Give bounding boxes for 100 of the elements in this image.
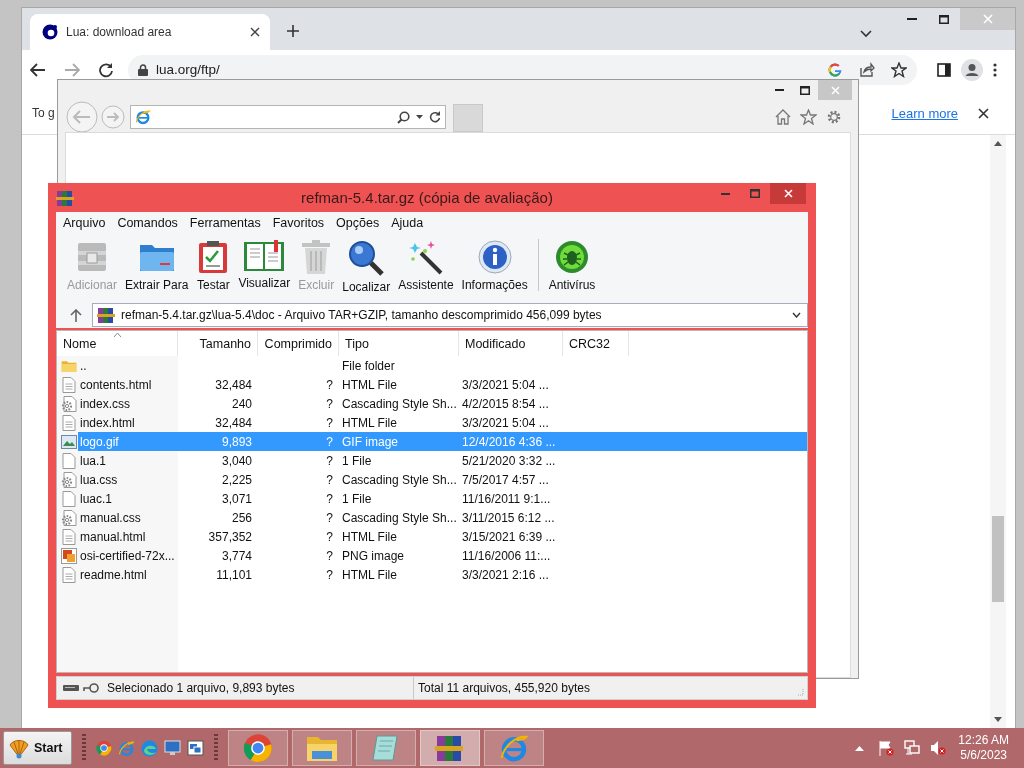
close-icon[interactable] xyxy=(250,27,260,37)
reload-icon[interactable] xyxy=(98,62,114,78)
file-row[interactable]: readme.html 11,101 ? HTML File 3/3/2021 2:16 ... xyxy=(57,565,807,584)
toolbar-button[interactable]: Extrair Para xyxy=(123,239,191,292)
maximize-icon[interactable] xyxy=(800,85,810,95)
scroll-down-icon[interactable] xyxy=(994,717,1002,722)
search-icon[interactable] xyxy=(397,110,410,124)
column-header[interactable]: CRC32 xyxy=(563,331,629,356)
clock[interactable]: 12:26 AM 5/6/2023 xyxy=(958,733,1009,763)
lock-icon xyxy=(138,64,148,76)
modified-date: 11/16/2006 11:... xyxy=(461,547,552,565)
scroll-up-icon[interactable] xyxy=(994,141,1002,146)
modified-date: 12/4/2016 4:36 ... xyxy=(461,433,557,451)
resize-grip-icon[interactable] xyxy=(796,688,804,696)
menu-item[interactable]: Opções xyxy=(330,215,386,230)
status-text: Total 11 arquivos, 455,920 bytes xyxy=(417,681,591,695)
image-file-icon xyxy=(61,547,77,564)
plus-icon[interactable] xyxy=(286,24,300,38)
file-name: luac.1 xyxy=(79,490,114,508)
file-row[interactable]: manual.css 256 ? Cascading Style Sh... 3/11/2015 6:12 ... xyxy=(57,508,807,527)
toolbar-button[interactable]: Testar xyxy=(194,239,233,292)
chevron-down-icon[interactable] xyxy=(860,30,872,38)
column-header[interactable]: Modificado xyxy=(459,331,563,356)
menu-item[interactable]: Favoritos xyxy=(266,215,331,230)
shell-icon xyxy=(8,737,30,759)
column-header[interactable]: Comprimido xyxy=(258,331,339,356)
menu-item[interactable]: Ajuda xyxy=(385,215,430,230)
star-icon[interactable] xyxy=(891,62,907,78)
browser-logo-icon xyxy=(96,740,112,756)
close-button[interactable] xyxy=(770,183,806,204)
menu-item[interactable]: Comandos xyxy=(111,215,184,230)
star-icon[interactable] xyxy=(800,109,817,125)
file-row[interactable]: index.css 240 ? Cascading Style Sh... 4/2/2015 8:54 ... xyxy=(57,394,807,413)
chevron-down-icon[interactable] xyxy=(792,312,801,318)
logo-icon[interactable] xyxy=(827,62,843,78)
back-arrow-icon[interactable] xyxy=(30,63,46,77)
modified-date: 3/3/2021 2:16 ... xyxy=(461,566,550,584)
minimize-icon[interactable] xyxy=(774,89,784,91)
network-icon[interactable] xyxy=(904,740,921,756)
close-icon[interactable] xyxy=(978,107,989,119)
refresh-icon[interactable] xyxy=(429,111,441,123)
file-row[interactable]: manual.html 357,352 ? HTML File 3/15/2021 6:39 ... xyxy=(57,527,807,546)
column-header[interactable]: Tipo xyxy=(339,331,459,356)
file-size: 32,484 xyxy=(214,414,253,432)
e-logo-icon xyxy=(135,109,151,125)
browser-logo-icon xyxy=(243,733,273,763)
muted-speaker-icon[interactable] xyxy=(930,740,947,756)
file-type: HTML File xyxy=(341,414,398,432)
file-name: index.html xyxy=(79,414,136,432)
status-text: Selecionado 1 arquivo, 9,893 bytes xyxy=(107,681,295,695)
share-icon[interactable] xyxy=(859,62,875,78)
start-button[interactable]: Start xyxy=(3,731,72,765)
menu-item[interactable]: Ferramentas xyxy=(183,215,267,230)
settings-icon[interactable] xyxy=(826,109,842,125)
file-row[interactable]: lua.css 2,225 ? Cascading Style Sh... 7/5/2017 4:57 ... xyxy=(57,470,807,489)
home-icon[interactable] xyxy=(775,109,791,125)
address-field[interactable] xyxy=(130,105,446,129)
sidebar-icon[interactable] xyxy=(937,63,951,77)
menu-item[interactable]: Arquivo xyxy=(57,215,112,230)
path-field[interactable]: refman-5.4.tar.gz\lua-5.4\doc - Arquivo TAR+GZIP, tamanho descomprimido 456,099 bytes xyxy=(92,303,808,327)
learn-more-link[interactable]: Learn more xyxy=(891,105,958,121)
file-type: HTML File xyxy=(341,376,398,394)
file-row[interactable]: luac.1 3,071 ? 1 File 11/16/2011 9:1... xyxy=(57,489,807,508)
maximize-icon[interactable] xyxy=(939,14,949,24)
taskbar-button[interactable] xyxy=(228,730,288,766)
profile-icon[interactable] xyxy=(961,59,983,81)
column-header[interactable]: Tamanho xyxy=(178,331,258,356)
file-row[interactable]: .. File folder xyxy=(57,356,807,375)
file-row[interactable]: contents.html 32,484 ? HTML File 3/3/2021 5:04 ... xyxy=(57,375,807,394)
dropdown-icon[interactable] xyxy=(416,115,423,119)
gear-file-icon xyxy=(61,509,77,526)
toolbar-button[interactable]: Antivírus xyxy=(546,239,598,292)
file-size: 11,101 xyxy=(215,566,253,584)
image-file-icon xyxy=(61,434,77,449)
trash-icon xyxy=(300,239,333,275)
file-name: lua.css xyxy=(79,471,119,489)
toolbar-button[interactable]: Visualizar xyxy=(236,239,293,290)
packed-size: ? xyxy=(325,547,334,565)
packed-size: ? xyxy=(325,566,334,584)
e-logo-icon xyxy=(118,739,135,757)
scroll-thumb[interactable] xyxy=(992,516,1004,602)
taskbar-button[interactable] xyxy=(420,730,480,766)
modified-date: 3/3/2021 5:04 ... xyxy=(461,414,550,432)
menu-icon[interactable] xyxy=(993,63,997,77)
browser-tab[interactable]: Lua: download area xyxy=(30,14,270,50)
toolbar-button[interactable]: Assistente xyxy=(396,239,456,292)
up-arrow-icon[interactable] xyxy=(70,308,82,322)
packed-size: ? xyxy=(325,414,334,432)
file-row[interactable]: lua.1 3,040 ? 1 File 5/21/2020 3:32 ... xyxy=(57,451,807,470)
close-icon xyxy=(982,14,993,24)
scrollbar[interactable] xyxy=(990,135,1006,728)
file-row[interactable]: osi-certified-72x... 3,774 ? PNG image 11/16/2006 11:... xyxy=(57,546,807,565)
up-caret-icon[interactable] xyxy=(855,745,865,751)
document-icon xyxy=(62,566,76,583)
flag-icon[interactable] xyxy=(878,740,895,756)
toolbar-button[interactable]: Localizar xyxy=(340,239,393,294)
file-type: Cascading Style Sh... xyxy=(341,471,458,489)
column-header[interactable]: Nome xyxy=(57,331,178,356)
file-row[interactable]: index.html 32,484 ? HTML File 3/3/2021 5:04 ... xyxy=(57,413,807,432)
toolbar-button[interactable]: Informações xyxy=(459,239,530,292)
